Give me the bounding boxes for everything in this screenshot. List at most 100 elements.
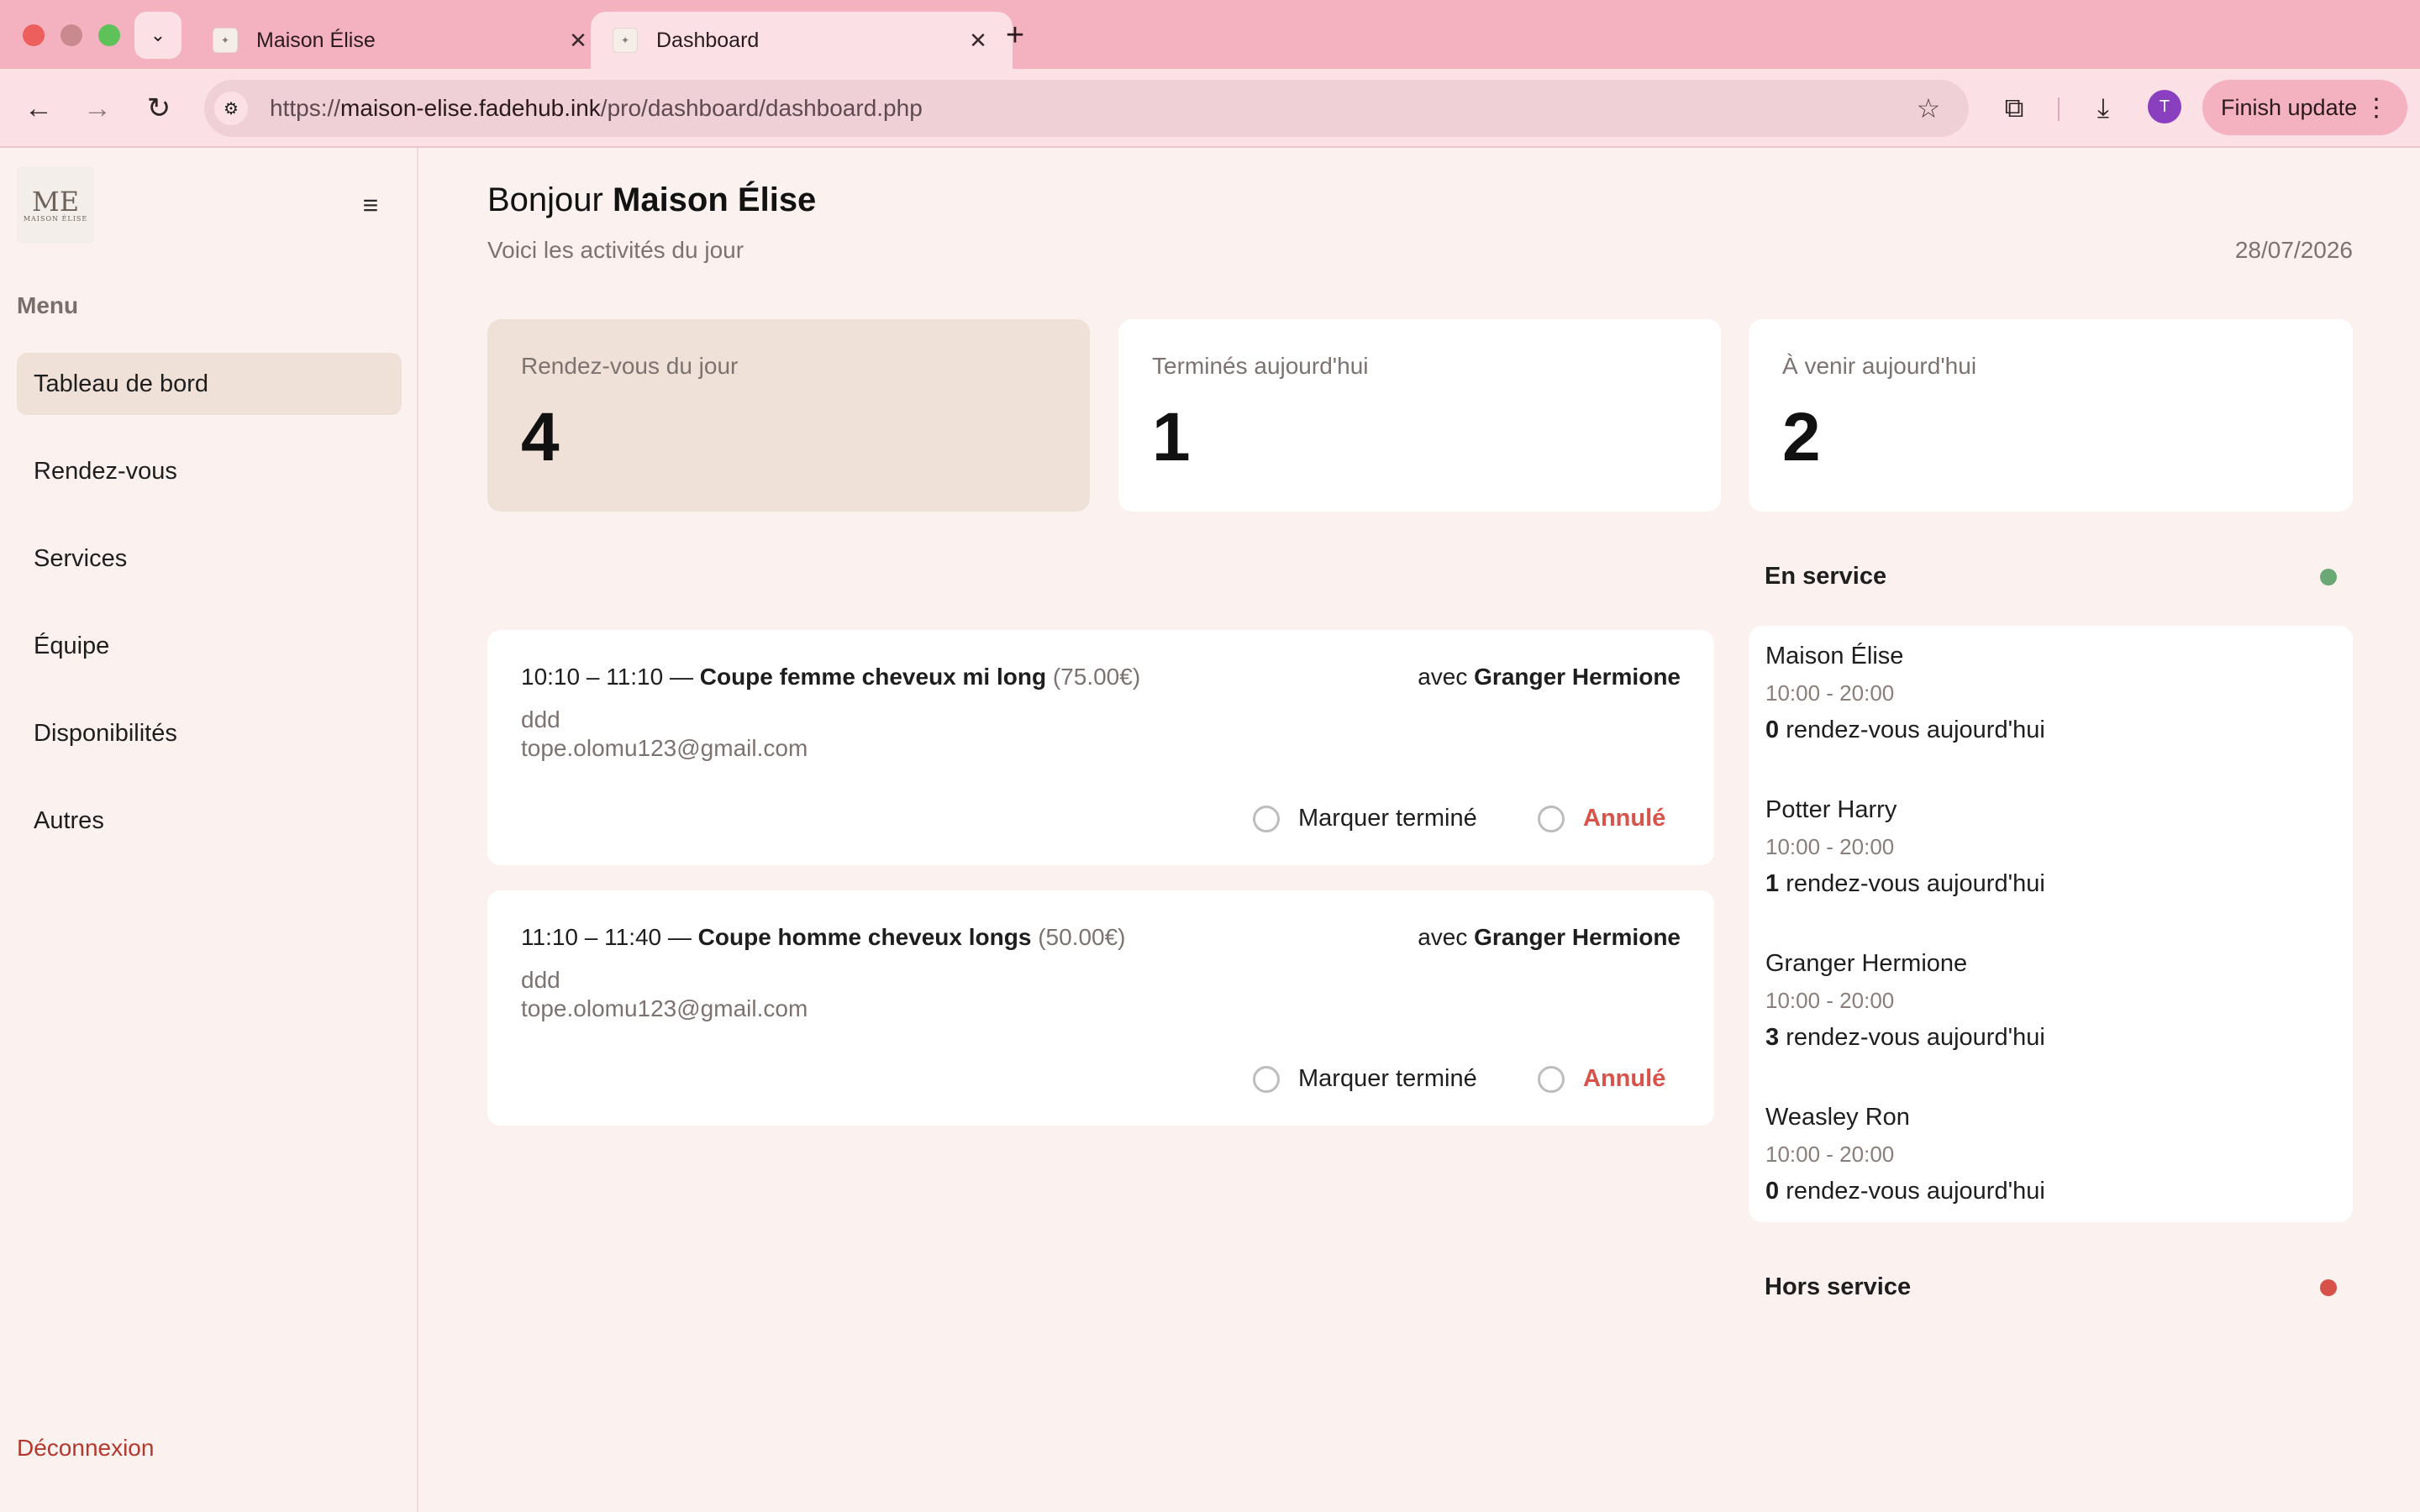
browser-tab-bar: ⌄ ✦ Maison Élise ✕ ✦ Dashboard ✕ +	[0, 0, 2420, 69]
url-text[interactable]: https://maison-elise.fadehub.ink/pro/das…	[270, 95, 1910, 122]
radio-icon[interactable]	[1253, 1065, 1280, 1093]
staff-appointment-count: 0 rendez-vous aujourd'hui	[1765, 717, 2045, 743]
cancel-label: Annulé	[1583, 805, 1666, 832]
site-settings-icon[interactable]: ⚙	[214, 92, 248, 125]
staff-appointment-count: 0 rendez-vous aujourd'hui	[1765, 1178, 2045, 1205]
stat-value: 1	[1152, 399, 1191, 475]
staff-appointment-count: 1 rendez-vous aujourd'hui	[1765, 870, 2045, 897]
sidebar-item-autres[interactable]: Autres	[17, 790, 402, 852]
staff-item: Potter Harry 10:00 - 20:00 1 rendez-vous…	[1765, 796, 2045, 898]
arrow-left-icon: ←	[24, 92, 53, 124]
arrow-right-icon: →	[83, 92, 112, 124]
tab-title: Dashboard	[656, 28, 760, 52]
stat-label: Rendez-vous du jour	[521, 353, 739, 379]
mark-done-radio[interactable]: Marquer terminé	[1253, 1065, 1477, 1093]
staff-name: Potter Harry	[1765, 796, 1897, 823]
profile-avatar[interactable]: T	[2148, 90, 2181, 123]
chevron-down-icon: ⌄	[150, 24, 166, 45]
download-icon[interactable]: ⤓	[2082, 87, 2124, 129]
tab-search-button[interactable]: ⌄	[134, 12, 182, 59]
close-icon[interactable]: ✕	[564, 26, 592, 55]
logo-text: MAISON ÉLISE	[23, 214, 88, 223]
radio-icon[interactable]	[1538, 805, 1565, 832]
current-date: 28/07/2026	[2234, 237, 2353, 263]
stat-card-a-venir: À venir aujourd'hui 2	[1749, 319, 2353, 512]
hors-service-heading: Hors service	[1765, 1273, 1912, 1300]
page-title: Bonjour Maison Élise	[487, 181, 817, 218]
client-email: tope.olomu123@gmail.com	[521, 995, 808, 1021]
status-dot-red	[2320, 1279, 2337, 1296]
stat-card-rendez-vous: Rendez-vous du jour 4	[487, 319, 1090, 512]
extensions-icon[interactable]: ⧉	[1993, 87, 2035, 129]
sidebar-item-disponibilites[interactable]: Disponibilités	[17, 702, 402, 764]
stat-card-termines: Terminés aujourd'hui 1	[1118, 319, 1721, 512]
logo-monogram: ME	[31, 185, 80, 218]
sidebar-item-label: Rendez-vous	[34, 457, 177, 485]
sidebar-item-label: Services	[34, 544, 128, 572]
cancel-label: Annulé	[1583, 1065, 1666, 1092]
client-email: tope.olomu123@gmail.com	[521, 735, 808, 761]
hamburger-menu-icon[interactable]: ≡	[357, 190, 384, 220]
new-tab-button[interactable]: +	[998, 17, 1032, 53]
window-maximize-button[interactable]	[98, 24, 120, 46]
window-close-button[interactable]	[23, 24, 45, 46]
back-button[interactable]: ←	[18, 87, 60, 129]
mark-done-label: Marquer terminé	[1298, 805, 1477, 832]
browser-toolbar: ← → ↻ ⚙ https://maison-elise.fadehub.ink…	[0, 69, 2420, 148]
staff-item: Weasley Ron 10:00 - 20:00 0 rendez-vous …	[1765, 1104, 2045, 1205]
sidebar-item-label: Disponibilités	[34, 719, 177, 747]
sidebar-item-tableau-de-bord[interactable]: Tableau de bord	[17, 353, 402, 415]
appointment-client: ddd tope.olomu123@gmail.com	[521, 706, 808, 763]
appointment-staff: avec Granger Hermione	[1418, 924, 1681, 950]
tab-title: Maison Élise	[256, 28, 376, 52]
browser-tab[interactable]: ✦ Maison Élise ✕	[191, 12, 613, 69]
sidebar-item-rendez-vous[interactable]: Rendez-vous	[17, 440, 402, 502]
logout-link[interactable]: Déconnexion	[17, 1435, 154, 1462]
staff-name: Maison Élise	[1765, 643, 1904, 669]
finish-update-button[interactable]: Finish update ⋮	[2202, 80, 2407, 135]
staff-appointment-count: 3 rendez-vous aujourd'hui	[1765, 1024, 2045, 1051]
staff-hours: 10:00 - 20:00	[1765, 834, 1895, 859]
sidebar: ME MAISON ÉLISE ≡ Menu Tableau de bord R…	[0, 148, 418, 1512]
favicon-icon: ✦	[213, 28, 238, 53]
staff-item: Granger Hermione 10:00 - 20:00 3 rendez-…	[1765, 950, 2045, 1052]
sidebar-item-services[interactable]: Services	[17, 528, 402, 590]
staff-list: Maison Élise 10:00 - 20:00 0 rendez-vous…	[1749, 626, 2353, 1222]
brand-logo[interactable]: ME MAISON ÉLISE	[17, 166, 94, 244]
stat-label: À venir aujourd'hui	[1782, 353, 1977, 379]
staff-name: Weasley Ron	[1765, 1104, 1910, 1131]
appointment-summary: 11:10 – 11:40 — Coupe homme cheveux long…	[521, 924, 1126, 950]
stat-value: 4	[521, 399, 560, 475]
menu-heading: Menu	[17, 292, 79, 318]
favicon-icon: ✦	[613, 28, 638, 53]
cancel-radio[interactable]: Annulé	[1538, 805, 1665, 832]
staff-hours: 10:00 - 20:00	[1765, 1142, 1895, 1167]
toolbar-divider	[2058, 97, 2060, 121]
more-vert-icon: ⋮	[2364, 93, 2389, 122]
browser-tab-active[interactable]: ✦ Dashboard ✕	[591, 12, 1013, 69]
appointment-client: ddd tope.olomu123@gmail.com	[521, 966, 808, 1023]
en-service-heading: En service	[1765, 563, 1887, 590]
stat-label: Terminés aujourd'hui	[1152, 353, 1369, 379]
sidebar-item-label: Équipe	[34, 632, 110, 659]
staff-hours: 10:00 - 20:00	[1765, 988, 1895, 1013]
radio-icon[interactable]	[1538, 1065, 1565, 1093]
mark-done-radio[interactable]: Marquer terminé	[1253, 805, 1477, 832]
cancel-radio[interactable]: Annulé	[1538, 1065, 1665, 1093]
close-icon[interactable]: ✕	[964, 26, 992, 55]
sidebar-item-equipe[interactable]: Équipe	[17, 615, 402, 677]
radio-icon[interactable]	[1253, 805, 1280, 832]
finish-update-label: Finish update	[2221, 94, 2358, 120]
window-minimize-button[interactable]	[60, 24, 82, 46]
forward-button[interactable]: →	[76, 87, 118, 129]
bookmark-star-icon[interactable]: ☆	[1910, 92, 1947, 124]
page-subtitle: Voici les activités du jour	[487, 237, 744, 263]
sidebar-item-label: Tableau de bord	[34, 370, 208, 397]
staff-name: Granger Hermione	[1765, 950, 1968, 977]
address-bar[interactable]: ⚙ https://maison-elise.fadehub.ink/pro/d…	[204, 80, 1969, 137]
plus-icon: +	[1005, 17, 1025, 53]
appointment-card: 11:10 – 11:40 — Coupe homme cheveux long…	[487, 890, 1714, 1126]
client-name: ddd	[521, 967, 560, 993]
sidebar-item-label: Autres	[34, 806, 104, 834]
reload-button[interactable]: ↻	[138, 87, 180, 129]
